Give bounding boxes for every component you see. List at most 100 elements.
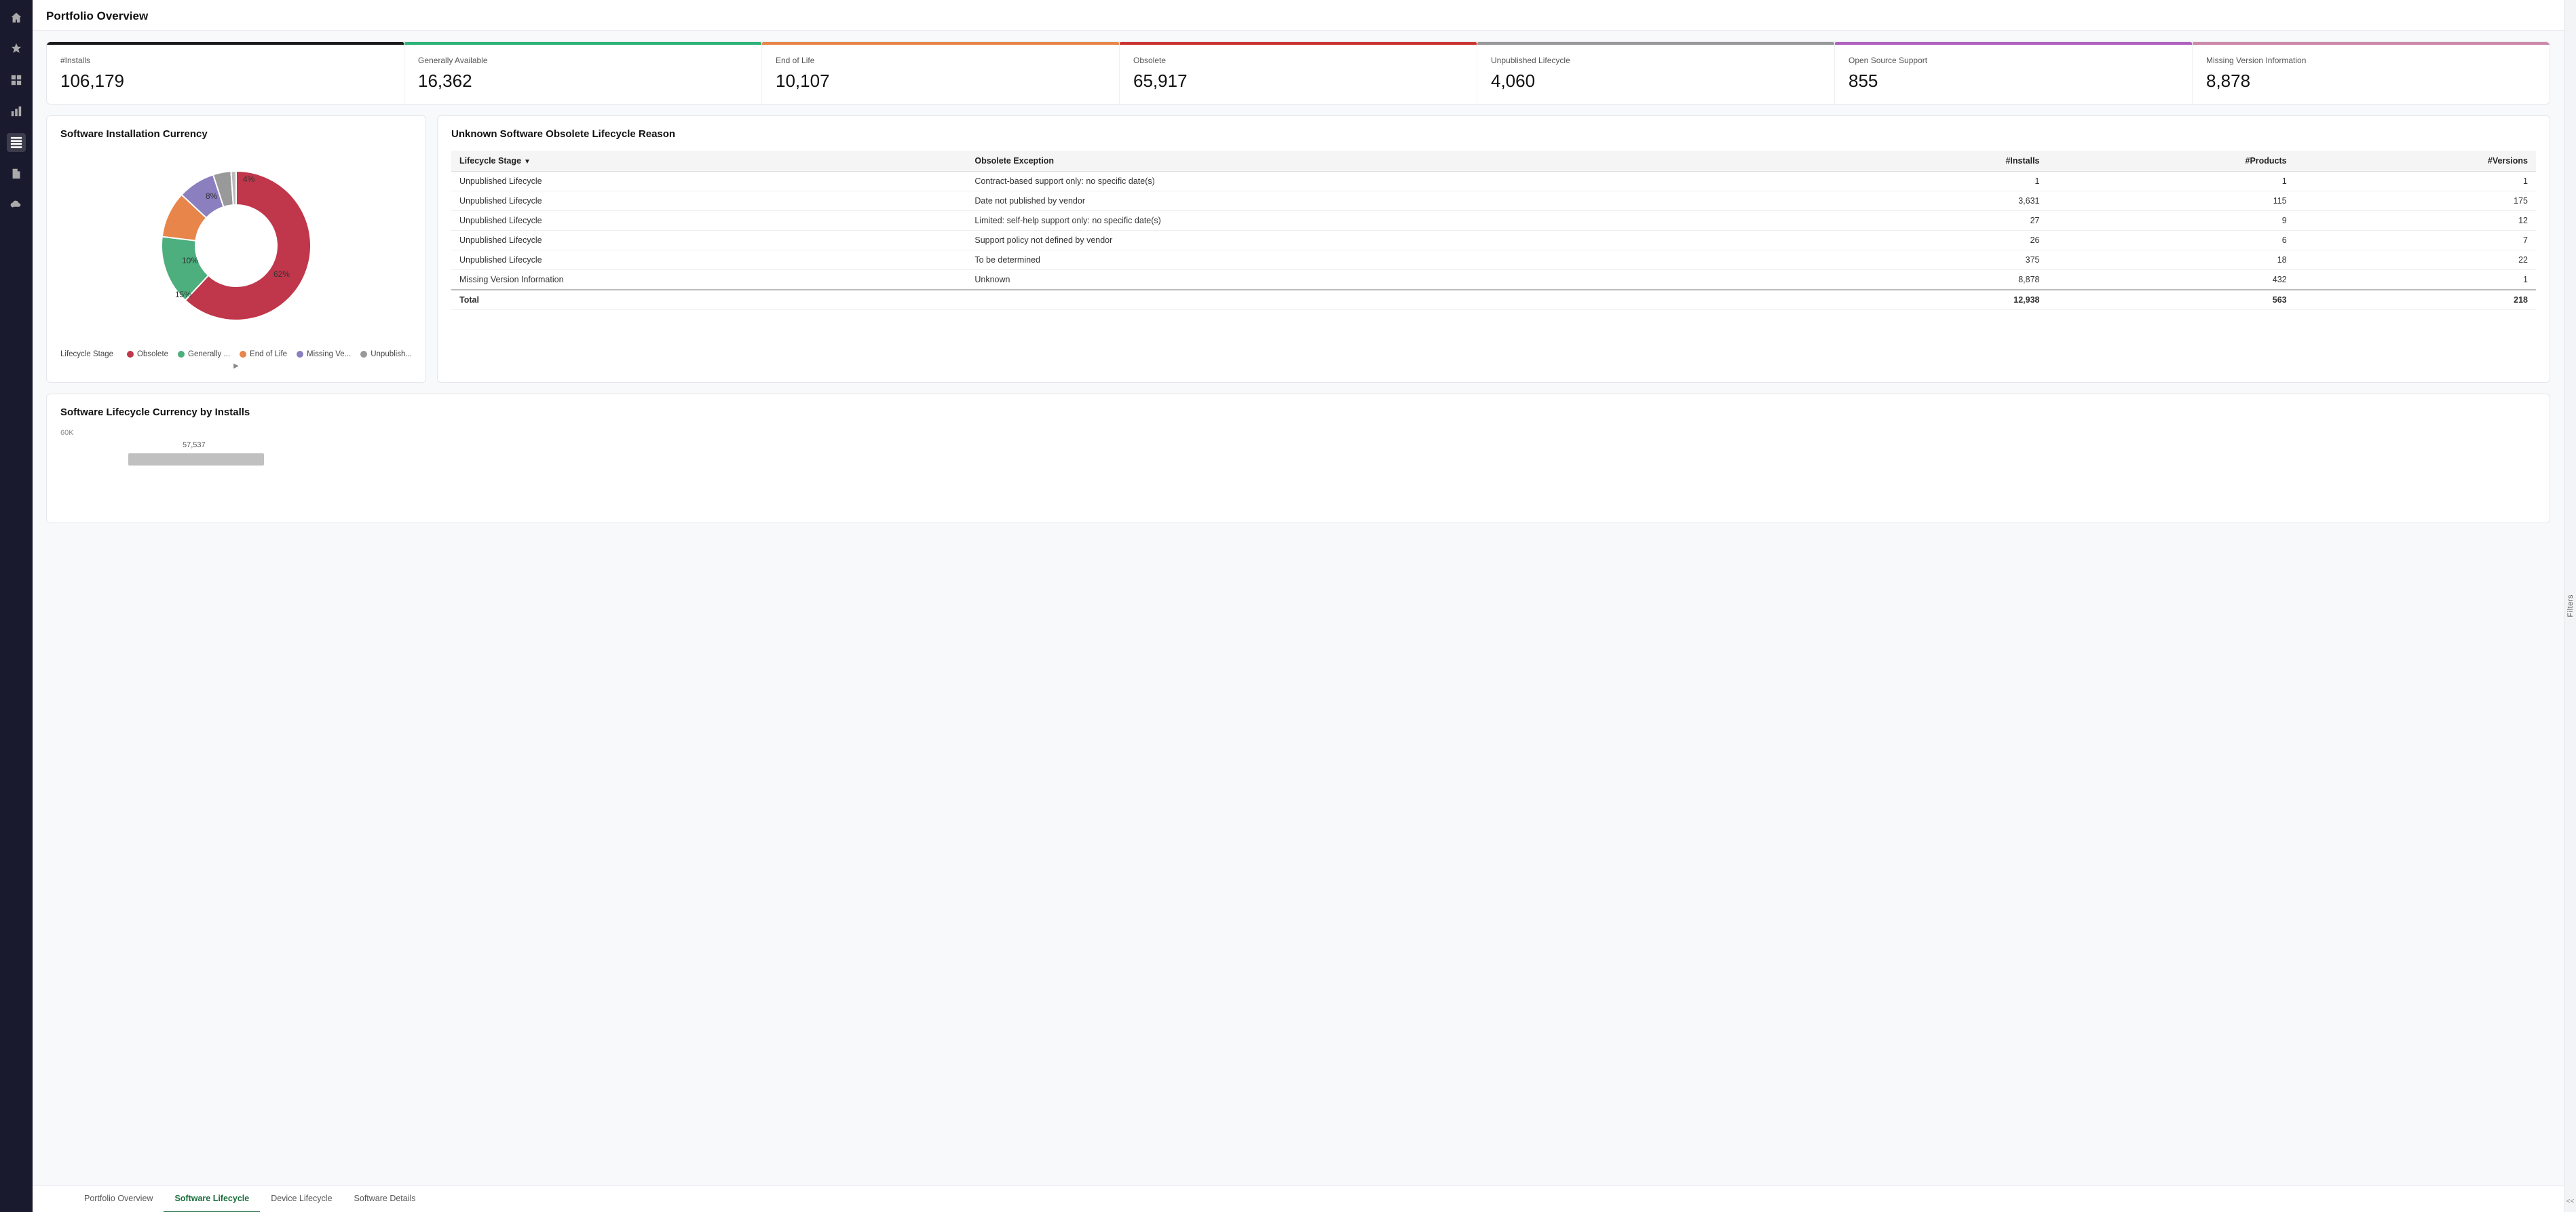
bar-chart-area: 60K 57,537	[60, 429, 2536, 510]
stat-card-generally-available[interactable]: Generally Available 16,362	[404, 42, 762, 104]
table-row: Missing Version InformationUnknown8,8784…	[451, 270, 2536, 290]
bar-stub	[128, 453, 264, 466]
table-row: Unpublished LifecycleLimited: self-help …	[451, 211, 2536, 231]
table-cell: Unpublished Lifecycle	[451, 172, 966, 191]
stat-card-end-of-life[interactable]: End of Life 10,107	[762, 42, 1120, 104]
sidebar-icon-document[interactable]	[7, 164, 26, 183]
filter-sidebar[interactable]: Filters <<	[2564, 0, 2576, 1212]
stat-card-unpublished-lifecycle[interactable]: Unpublished Lifecycle 4,060	[1477, 42, 1835, 104]
table-cell: 3,631	[1833, 191, 2048, 211]
table-cell: 432	[2048, 270, 2295, 290]
table-cell: 7	[2295, 231, 2536, 250]
bottom-chart-card: Software Lifecycle Currency by Installs …	[46, 394, 2550, 523]
table-cell: 1	[2295, 270, 2536, 290]
table-cell: 1	[2048, 172, 2295, 191]
table-cell: 22	[2295, 250, 2536, 270]
donut-chart-card: Software Installation Currency 62%15%10%…	[46, 115, 426, 383]
table-cell: Unpublished Lifecycle	[451, 250, 966, 270]
tab-portfolio-overview[interactable]: Portfolio Overview	[73, 1186, 164, 1212]
legend-dot	[240, 351, 246, 358]
tab-software-details[interactable]: Software Details	[343, 1186, 427, 1212]
table-cell: To be determined	[966, 250, 1833, 270]
legend-item: Unpublish...	[360, 350, 412, 358]
legend-dot	[127, 351, 134, 358]
table-row: Unpublished LifecycleDate not published …	[451, 191, 2536, 211]
donut-svg-wrap: 62%15%10%8%4%	[141, 151, 331, 341]
legend-dot	[178, 351, 185, 358]
table-cell: 9	[2048, 211, 2295, 231]
charts-row: Software Installation Currency 62%15%10%…	[46, 115, 2550, 383]
table-row: Unpublished LifecycleContract-based supp…	[451, 172, 2536, 191]
table-cell: Date not published by vendor	[966, 191, 1833, 211]
stat-card-missing-version-information[interactable]: Missing Version Information 8,878	[2193, 42, 2550, 104]
table-title: Unknown Software Obsolete Lifecycle Reas…	[451, 128, 2536, 140]
stats-row: #Installs 106,179 Generally Available 16…	[46, 41, 2550, 105]
sidebar-icon-grid[interactable]	[7, 71, 26, 90]
bottom-chart-title: Software Lifecycle Currency by Installs	[60, 406, 2536, 418]
legend-dot	[360, 351, 367, 358]
table-col--installs[interactable]: #Installs	[1833, 151, 2048, 172]
table-card: Unknown Software Obsolete Lifecycle Reas…	[437, 115, 2550, 383]
bar-y-label: 60K	[60, 429, 74, 437]
table-cell: Missing Version Information	[451, 270, 966, 290]
table-cell: 1	[2295, 172, 2536, 191]
table-cell: 6	[2048, 231, 2295, 250]
legend-item: End of Life	[240, 350, 287, 358]
legend-dot	[297, 351, 303, 358]
legend-item: Obsolete	[127, 350, 168, 358]
legend-more-arrow[interactable]: ▶	[233, 362, 239, 370]
sidebar-icon-home[interactable]	[7, 8, 26, 27]
table-total-cell: 218	[2295, 290, 2536, 310]
table-total-cell	[966, 290, 1833, 310]
table-row: Unpublished LifecycleTo be determined375…	[451, 250, 2536, 270]
legend-item: Missing Ve...	[297, 350, 351, 358]
tabs-bar: Portfolio OverviewSoftware LifecycleDevi…	[33, 1185, 2564, 1212]
bar-value-label: 57,537	[183, 441, 206, 449]
table-col--versions[interactable]: #Versions	[2295, 151, 2536, 172]
left-sidebar	[0, 0, 33, 1212]
table-cell: 115	[2048, 191, 2295, 211]
lifecycle-table: Lifecycle Stage▼Obsolete Exception#Insta…	[451, 151, 2536, 310]
sidebar-icon-table[interactable]	[7, 133, 26, 152]
stat-card-obsolete[interactable]: Obsolete 65,917	[1120, 42, 1477, 104]
table-cell: 175	[2295, 191, 2536, 211]
table-col--products[interactable]: #Products	[2048, 151, 2295, 172]
table-cell: Unknown	[966, 270, 1833, 290]
collapse-filter-button[interactable]: <<	[2565, 1196, 2576, 1207]
table-cell: 8,878	[1833, 270, 2048, 290]
tab-device-lifecycle[interactable]: Device Lifecycle	[260, 1186, 343, 1212]
table-cell: Contract-based support only: no specific…	[966, 172, 1833, 191]
stat-card-#installs[interactable]: #Installs 106,179	[47, 42, 404, 104]
chart-legend: Lifecycle Stage Obsolete Generally ... End …	[60, 350, 412, 370]
table-cell: 1	[1833, 172, 2048, 191]
table-cell: Limited: self-help support only: no spec…	[966, 211, 1833, 231]
table-col-obsolete-exception[interactable]: Obsolete Exception	[966, 151, 1833, 172]
content-area: #Installs 106,179 Generally Available 16…	[33, 31, 2564, 1185]
table-col-lifecycle-stage[interactable]: Lifecycle Stage▼	[451, 151, 966, 172]
table-cell: 18	[2048, 250, 2295, 270]
filter-sidebar-label: Filters	[2566, 594, 2575, 617]
table-row: Unpublished LifecycleSupport policy not …	[451, 231, 2536, 250]
legend-label: Lifecycle Stage	[60, 350, 113, 358]
table-total-cell: Total	[451, 290, 966, 310]
sidebar-icon-star[interactable]	[7, 39, 26, 58]
page-title: Portfolio Overview	[46, 10, 148, 22]
table-total-cell: 12,938	[1833, 290, 2048, 310]
tab-software-lifecycle[interactable]: Software Lifecycle	[164, 1186, 260, 1212]
table-cell: Unpublished Lifecycle	[451, 211, 966, 231]
table-container: Lifecycle Stage▼Obsolete Exception#Insta…	[451, 151, 2536, 310]
table-total-row: Total 12,938563218	[451, 290, 2536, 310]
legend-item: Generally ...	[178, 350, 230, 358]
donut-container: 62%15%10%8%4% Lifecycle Stage Obsolete Gen…	[60, 151, 412, 370]
table-cell: Unpublished Lifecycle	[451, 231, 966, 250]
table-cell: Unpublished Lifecycle	[451, 191, 966, 211]
table-total-cell: 563	[2048, 290, 2295, 310]
page-header: Portfolio Overview	[33, 0, 2564, 31]
sort-arrow: ▼	[524, 158, 531, 166]
main-content: Portfolio Overview #Installs 106,179 Gen…	[33, 0, 2564, 1212]
sidebar-icon-chart[interactable]	[7, 102, 26, 121]
table-cell: 27	[1833, 211, 2048, 231]
sidebar-icon-cloud[interactable]	[7, 195, 26, 214]
stat-card-open-source-support[interactable]: Open Source Support 855	[1835, 42, 2193, 104]
table-cell: 375	[1833, 250, 2048, 270]
